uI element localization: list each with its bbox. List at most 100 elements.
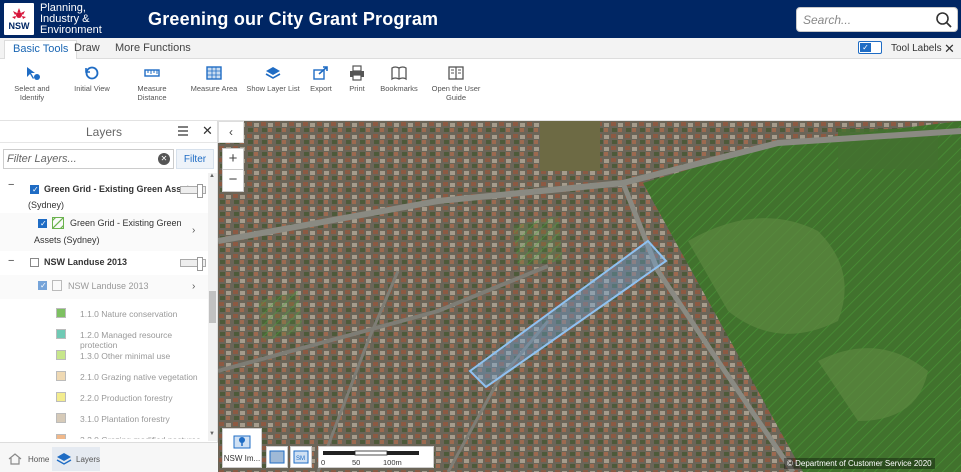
tab-home[interactable]: Home: [4, 449, 50, 471]
tab-more-functions[interactable]: More Functions: [107, 40, 199, 59]
layer-item: − NSW Landuse 2013: [0, 253, 208, 273]
panel-footer-tabs: Home Layers: [0, 442, 218, 472]
collapse-panel-button[interactable]: ‹: [218, 121, 244, 143]
legend-item: 2.1.0 Grazing native vegetation: [0, 366, 208, 387]
layers-icon: [56, 453, 72, 465]
search-icon[interactable]: [935, 11, 953, 29]
zoom-in-button[interactable]: +: [223, 149, 243, 170]
close-toolbar-icon[interactable]: ✕: [944, 41, 955, 57]
legend-swatch: [56, 392, 66, 402]
map-pin-icon: [233, 435, 251, 449]
legend-item: 1.2.0 Managed resource protection: [0, 324, 208, 350]
initial-view-button[interactable]: Initial View: [70, 65, 114, 93]
toolbar: Select and Identify Initial View Measure…: [0, 59, 961, 121]
hatch-icon: [50, 215, 66, 231]
tab-layers-label: Layers: [76, 455, 101, 464]
export-button[interactable]: Export: [306, 65, 336, 93]
tab-home-label: Home: [28, 455, 50, 464]
zoom-control: + −: [222, 148, 244, 192]
open-user-guide-button[interactable]: Open the User Guide: [430, 65, 482, 102]
layer-checkbox[interactable]: [30, 185, 39, 194]
nsw-logo[interactable]: NSW Planning, Industry & Environment: [0, 0, 120, 38]
measure-area-button[interactable]: Measure Area: [190, 65, 238, 93]
sublayer-checkbox[interactable]: [38, 219, 47, 228]
layers-panel-header: Layers ✕: [0, 121, 217, 143]
show-layer-list-button[interactable]: Show Layer List: [246, 65, 300, 93]
legend-swatch: [56, 329, 66, 339]
sublayer-name: NSW Landuse 2013: [68, 281, 149, 291]
home-icon: [8, 453, 22, 465]
layer-checkbox[interactable]: [30, 258, 39, 267]
chevron-right-icon[interactable]: ›: [192, 225, 195, 236]
logo-nsw-text: NSW: [8, 20, 30, 31]
filter-layers-input[interactable]: [3, 149, 174, 169]
layer-list-scrollbar[interactable]: ▲ ▼: [208, 173, 217, 441]
print-button[interactable]: Print: [344, 65, 370, 93]
tool-labels-toggle[interactable]: ✓: [858, 41, 882, 54]
collapse-layer-icon[interactable]: −: [8, 255, 14, 267]
book-icon: [391, 66, 407, 81]
scale-bar: 0 50 100m: [318, 446, 434, 468]
legend-swatch: [56, 350, 66, 360]
basemap-switcher[interactable]: NSW Im...: [222, 428, 262, 468]
tool-label: Identify: [19, 93, 45, 102]
scale-ruler: [323, 450, 419, 456]
clear-filter-icon[interactable]: ✕: [158, 153, 170, 165]
search-input[interactable]: [803, 12, 933, 27]
overview-map-button[interactable]: [266, 446, 288, 468]
refresh-icon: [85, 66, 99, 80]
green-hatch-swatch-icon: [50, 215, 66, 231]
overview-map-icon: [269, 450, 285, 464]
sublayer-checkbox[interactable]: [38, 281, 47, 290]
legend-button[interactable]: SM: [290, 446, 312, 468]
collapse-layer-icon[interactable]: −: [8, 179, 14, 191]
legend-list-icon: [52, 280, 62, 291]
logo-line: Industry &: [40, 12, 90, 25]
check-icon: ✓: [860, 43, 871, 52]
scroll-up-icon[interactable]: ▲: [209, 173, 215, 179]
select-identify-button[interactable]: Select and Identify: [10, 65, 54, 102]
area-icon: [206, 66, 222, 80]
filter-button[interactable]: Filter: [176, 149, 214, 169]
guide-icon: [448, 66, 464, 80]
layer-name-cont: (Sydney): [28, 200, 65, 210]
waratah-icon: [12, 7, 26, 19]
legend-label: 3.2.0 Grazing modified pastures: [80, 435, 200, 439]
basemap-label: NSW Im...: [223, 454, 261, 463]
scale-label-100m: 100m: [383, 458, 402, 467]
app-title: Greening our City Grant Program: [148, 8, 439, 29]
legend-item: 3.2.0 Grazing modified pastures: [0, 429, 208, 439]
ruler-icon: [144, 69, 160, 77]
legend-swatch: [56, 371, 66, 381]
legend-item: 3.1.0 Plantation forestry: [0, 408, 208, 429]
tool-label: Guide: [445, 93, 466, 102]
scrollbar-thumb[interactable]: [209, 291, 216, 323]
tool-label: Bookmarks: [380, 84, 418, 93]
scroll-down-icon[interactable]: ▼: [209, 431, 215, 437]
bookmarks-button[interactable]: Bookmarks: [380, 65, 418, 93]
tab-layers[interactable]: Layers: [52, 447, 100, 471]
chevron-right-icon[interactable]: ›: [192, 281, 195, 292]
measure-distance-button[interactable]: Measure Distance: [131, 65, 173, 102]
legend-swatch: [56, 434, 66, 439]
menu-icon[interactable]: [177, 125, 189, 137]
tool-tab-bar: Basic Tools Draw More Functions: [0, 38, 961, 59]
layer-opacity-slider[interactable]: [180, 257, 206, 271]
legend-label: 3.1.0 Plantation forestry: [80, 414, 170, 424]
layer-opacity-slider[interactable]: [180, 184, 206, 198]
tab-draw[interactable]: Draw: [66, 40, 108, 59]
legend-item: 1.3.0 Other minimal use: [0, 345, 208, 366]
layers-icon: [265, 67, 281, 79]
layer-item: − Green Grid - Existing Green Assets (Sy…: [0, 177, 208, 213]
map-view[interactable]: [218, 121, 961, 472]
logo-department-name: Planning, Industry & Environment: [40, 2, 102, 36]
legend-label: 1.1.0 Nature conservation: [80, 309, 178, 319]
search-box[interactable]: [796, 7, 958, 32]
tool-label: Measure: [137, 84, 167, 93]
zoom-out-button[interactable]: −: [223, 170, 243, 191]
layers-panel: Layers ✕ ✕ Filter − Green Grid - Existin…: [0, 121, 218, 472]
close-panel-icon[interactable]: ✕: [202, 123, 213, 139]
layer-name: Green Grid - Existing Green Assets: [44, 184, 195, 194]
sublayer-item: NSW Landuse 2013 ›: [0, 275, 208, 299]
tool-labels-label: Tool Labels: [891, 43, 942, 54]
